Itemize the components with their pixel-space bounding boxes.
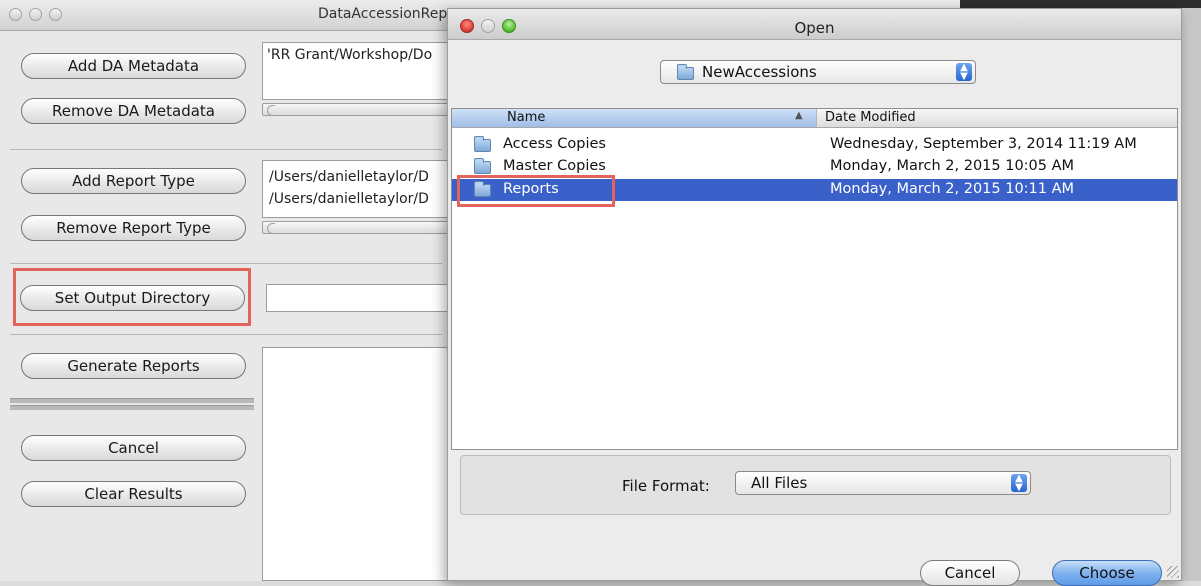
date-modified-column-header[interactable]: Date Modified bbox=[825, 110, 916, 125]
add-report-type-button[interactable]: Add Report Type bbox=[21, 168, 246, 194]
name-column-label: Name bbox=[507, 110, 546, 125]
results-area[interactable] bbox=[262, 347, 452, 581]
set-output-directory-button[interactable]: Set Output Directory bbox=[20, 285, 245, 311]
file-name: Master Copies bbox=[503, 158, 606, 174]
report-type-scrollbar[interactable] bbox=[262, 221, 452, 234]
cancel-button[interactable]: Cancel bbox=[21, 435, 246, 461]
file-format-box: File Format: All Files ▲ ▼ bbox=[460, 455, 1171, 515]
dialog-title: Open bbox=[794, 19, 835, 37]
file-date-modified: Wednesday, September 3, 2014 11:19 AM bbox=[830, 136, 1137, 152]
remove-report-type-button[interactable]: Remove Report Type bbox=[21, 215, 246, 241]
file-list-header: Name ▲ Date Modified bbox=[452, 109, 1177, 128]
minimize-window-button[interactable] bbox=[29, 8, 42, 21]
folder-icon bbox=[474, 158, 491, 174]
file-name: Access Copies bbox=[503, 136, 606, 152]
da-metadata-path: 'RR Grant/Workshop/Do bbox=[267, 47, 433, 63]
da-metadata-scrollbar[interactable] bbox=[262, 103, 452, 116]
close-window-button[interactable] bbox=[9, 8, 22, 21]
separator bbox=[10, 149, 442, 150]
folder-icon bbox=[677, 63, 694, 80]
popup-arrows-icon: ▲ ▼ bbox=[956, 63, 972, 82]
generate-reports-button[interactable]: Generate Reports bbox=[21, 353, 246, 379]
open-dialog: Open NewAccessions ▲ ▼ Name ▲ Date Modifi… bbox=[447, 8, 1182, 586]
da-metadata-list[interactable]: 'RR Grant/Workshop/Do bbox=[262, 42, 452, 100]
file-format-label: File Format: bbox=[622, 477, 710, 495]
popup-arrows-icon: ▲ ▼ bbox=[1011, 474, 1027, 493]
file-format-value: All Files bbox=[751, 474, 808, 492]
file-row[interactable]: Access Copies Wednesday, September 3, 20… bbox=[452, 134, 1177, 156]
resize-grip-icon[interactable] bbox=[1167, 566, 1179, 578]
reports-highlight bbox=[457, 175, 615, 207]
separator bbox=[10, 263, 442, 264]
progress-divider bbox=[10, 398, 254, 403]
add-da-metadata-button[interactable]: Add DA Metadata bbox=[21, 53, 246, 79]
clear-results-button[interactable]: Clear Results bbox=[21, 481, 246, 507]
dialog-cancel-button[interactable]: Cancel bbox=[920, 560, 1020, 586]
file-list[interactable]: Name ▲ Date Modified Access Copies Wedne… bbox=[451, 108, 1178, 450]
background-window-edge bbox=[960, 0, 1201, 8]
progress-divider bbox=[10, 405, 254, 410]
location-popup-label: NewAccessions bbox=[702, 63, 817, 81]
report-type-path: /Users/danielletaylor/D bbox=[269, 169, 429, 185]
file-format-popup[interactable]: All Files ▲ ▼ bbox=[735, 471, 1031, 495]
background-window bbox=[1180, 0, 1201, 581]
file-date-modified: Monday, March 2, 2015 10:11 AM bbox=[830, 181, 1075, 197]
location-popup[interactable]: NewAccessions ▲ ▼ bbox=[660, 60, 976, 84]
zoom-window-button[interactable] bbox=[49, 8, 62, 21]
output-directory-field[interactable] bbox=[266, 284, 452, 312]
folder-icon bbox=[474, 136, 491, 152]
report-type-list[interactable]: /Users/danielletaylor/D /Users/daniellet… bbox=[262, 160, 452, 218]
name-column-header[interactable]: Name ▲ bbox=[452, 109, 817, 127]
sort-ascending-icon: ▲ bbox=[795, 110, 803, 121]
separator bbox=[10, 334, 442, 335]
file-date-modified: Monday, March 2, 2015 10:05 AM bbox=[830, 158, 1075, 174]
remove-da-metadata-button[interactable]: Remove DA Metadata bbox=[21, 98, 246, 124]
choose-button[interactable]: Choose bbox=[1052, 560, 1162, 586]
report-type-path: /Users/danielletaylor/D bbox=[269, 191, 429, 207]
dialog-titlebar: Open bbox=[448, 9, 1181, 40]
